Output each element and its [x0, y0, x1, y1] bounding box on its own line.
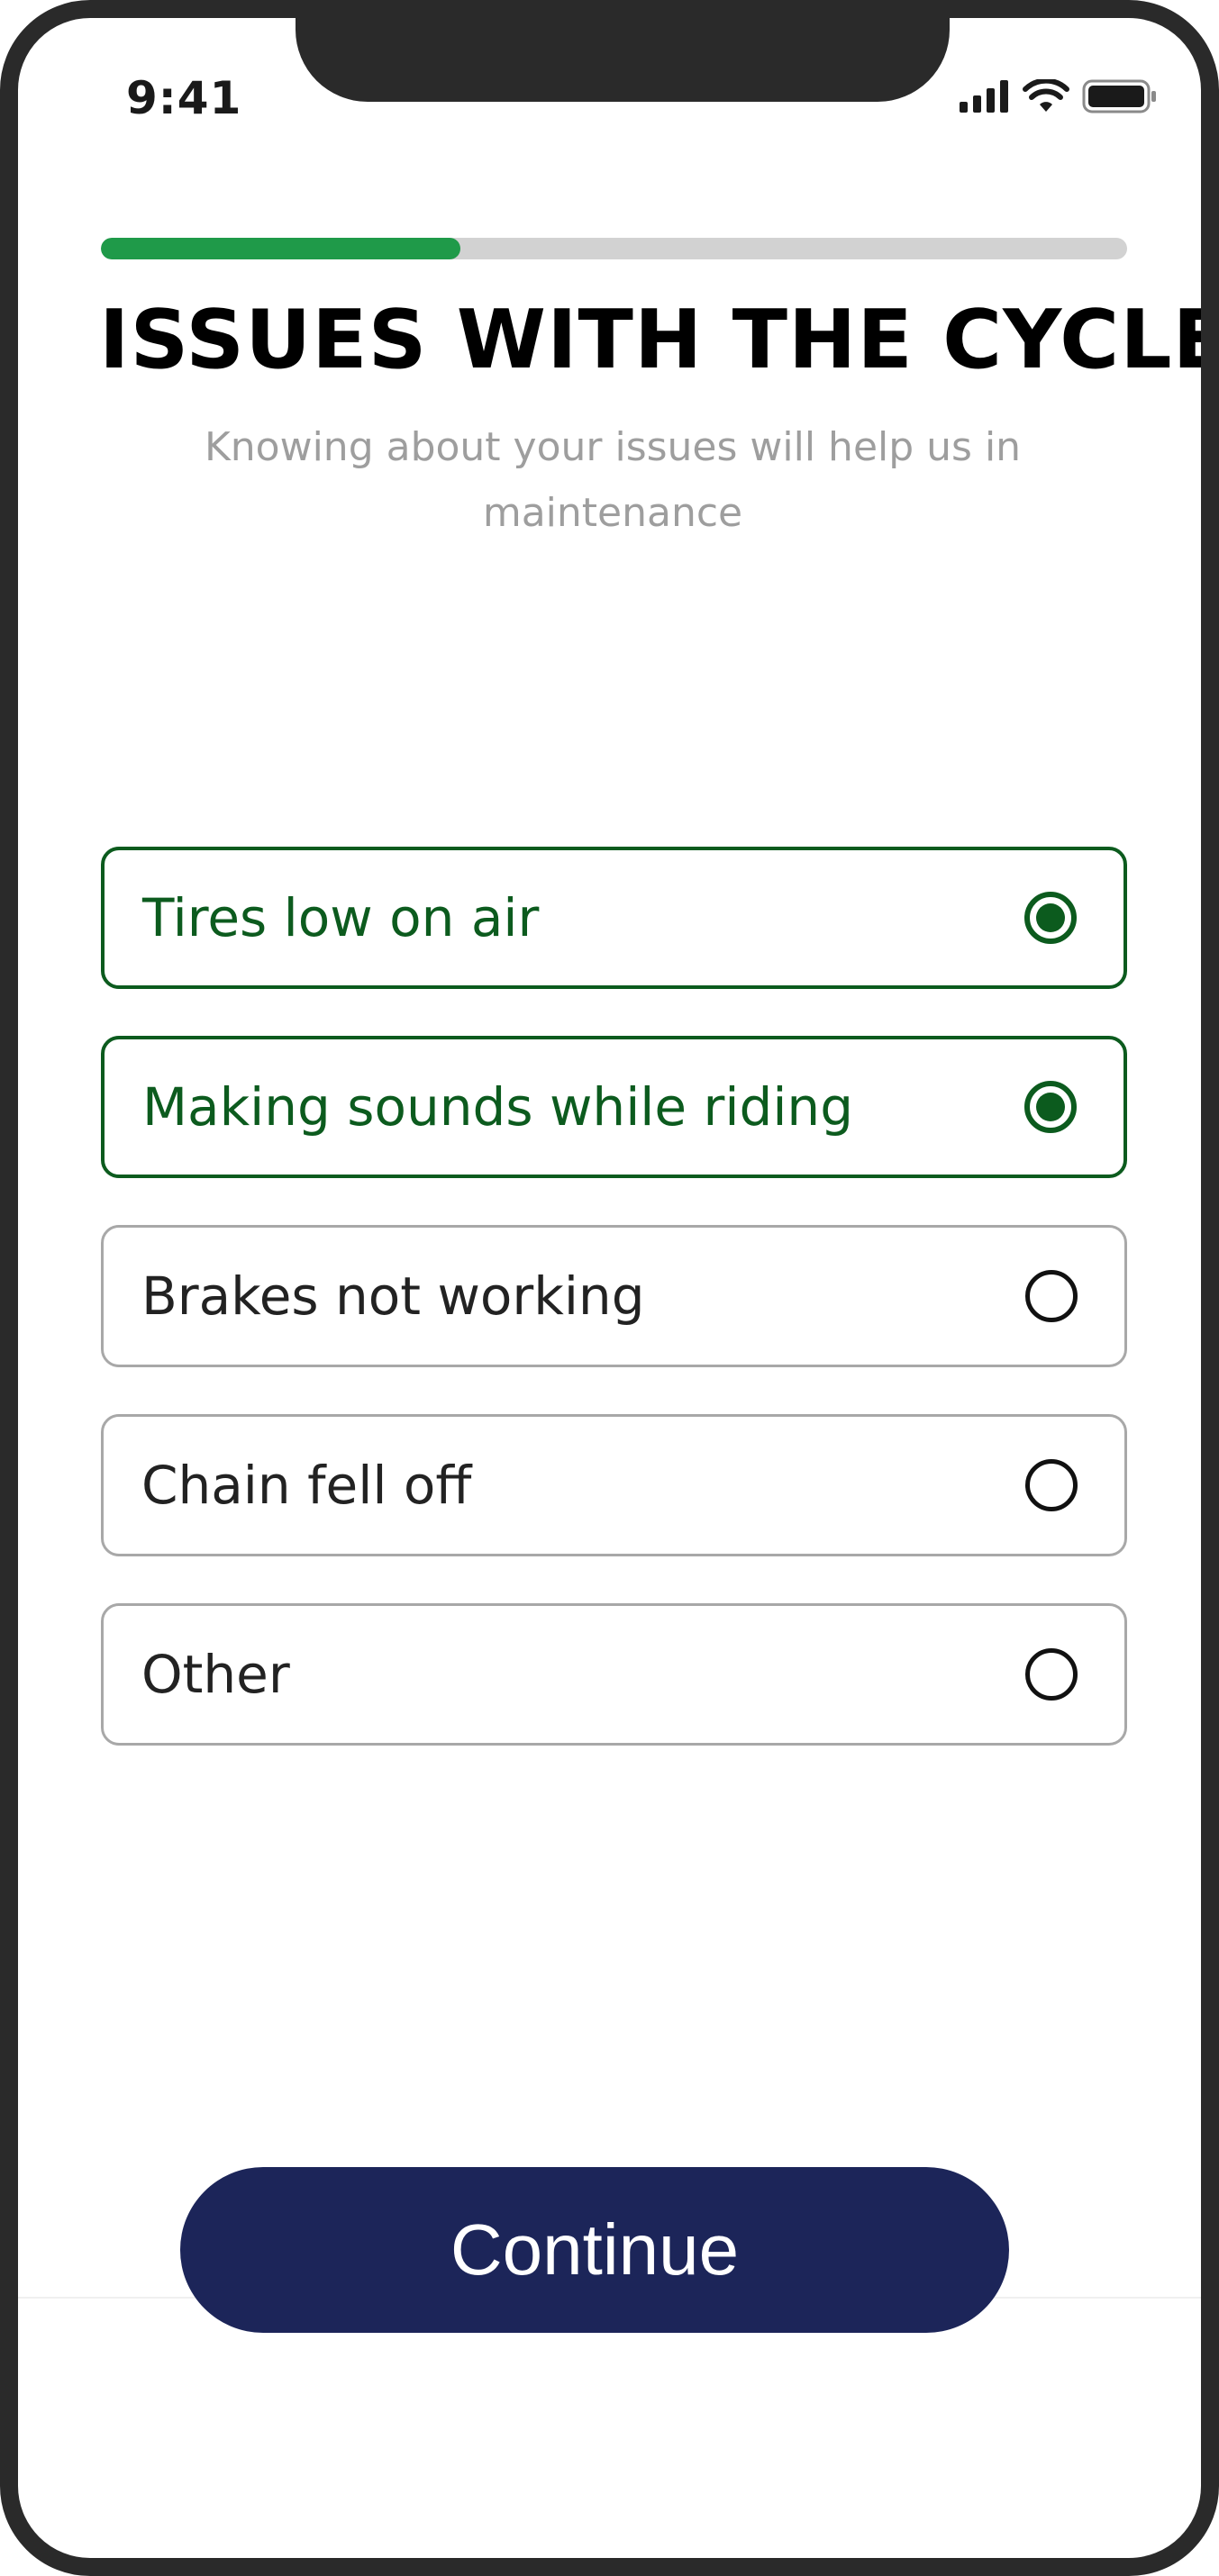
option-other[interactable]: Other — [101, 1603, 1127, 1746]
option-brakes-not-working[interactable]: Brakes not working — [101, 1225, 1127, 1367]
status-icons — [960, 77, 1158, 117]
battery-icon — [1082, 79, 1158, 117]
option-label: Brakes not working — [141, 1265, 645, 1327]
status-time: 9:41 — [126, 72, 242, 124]
option-making-sounds-while-riding[interactable]: Making sounds while riding — [101, 1036, 1127, 1178]
option-tires-low-on-air[interactable]: Tires low on air — [101, 847, 1127, 989]
page-subtitle: Knowing about your issues will help us i… — [204, 424, 1022, 536]
cellular-signal-icon — [960, 80, 1010, 116]
option-label: Making sounds while riding — [142, 1076, 854, 1138]
radio-button-icon[interactable] — [1024, 1081, 1077, 1133]
option-chain-fell-off[interactable]: Chain fell off — [101, 1414, 1127, 1556]
wifi-icon — [1023, 77, 1069, 117]
page-title: ISSUES WITH THE CYCLE — [99, 293, 1219, 387]
radio-button-icon[interactable] — [1025, 1459, 1078, 1511]
phone-frame: 9:41 ISSUES WITH THE CYCLE Knowing about… — [0, 0, 1219, 2576]
continue-button[interactable]: Continue — [180, 2167, 1009, 2333]
device-notch — [296, 18, 950, 102]
radio-button-icon[interactable] — [1025, 1648, 1078, 1701]
option-label: Other — [141, 1644, 290, 1705]
issue-options-list: Tires low on air Making sounds while rid… — [101, 847, 1127, 1792]
option-label: Tires low on air — [142, 887, 540, 948]
radio-button-icon[interactable] — [1025, 1270, 1078, 1322]
progress-bar-fill — [101, 238, 460, 259]
progress-bar — [101, 238, 1127, 259]
option-label: Chain fell off — [141, 1455, 472, 1516]
radio-button-icon[interactable] — [1024, 892, 1077, 944]
